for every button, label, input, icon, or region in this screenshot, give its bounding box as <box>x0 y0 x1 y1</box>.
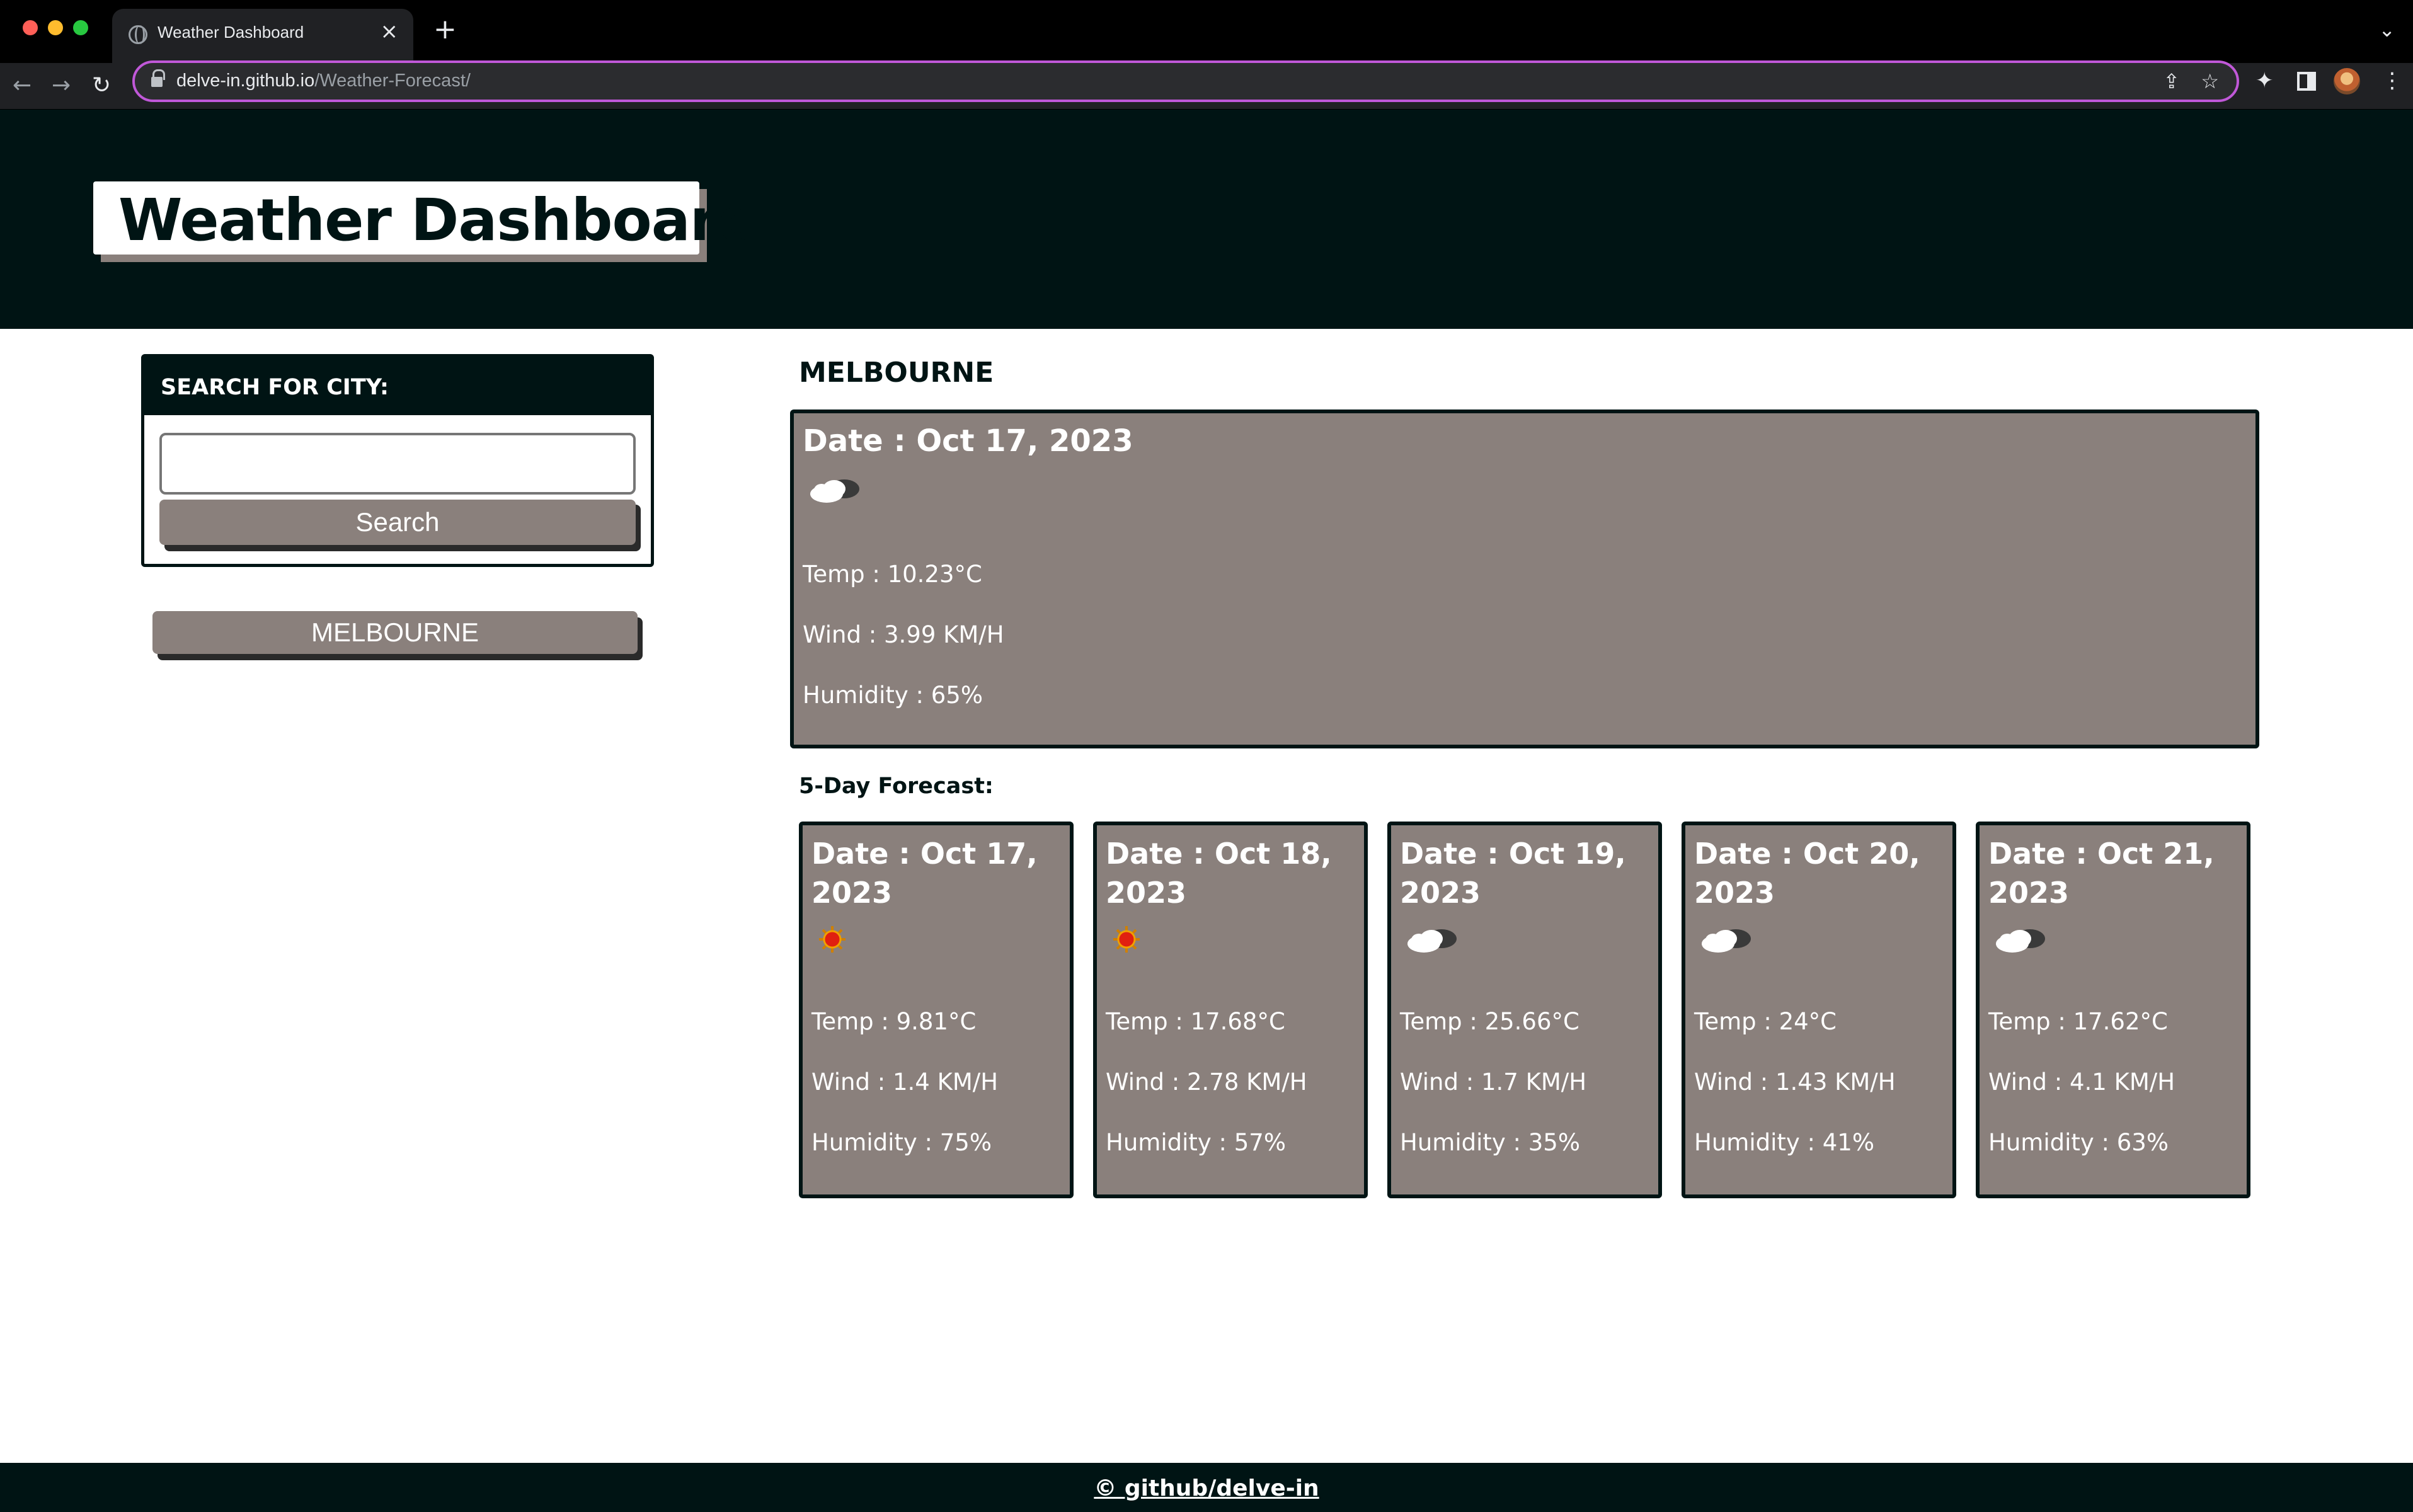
lock-icon[interactable] <box>151 69 165 88</box>
search-button[interactable]: Search <box>159 500 636 545</box>
forecast-temp: Temp : 24°C <box>1694 1008 1837 1035</box>
back-arrow-icon[interactable]: ← <box>13 71 32 101</box>
close-tab-icon[interactable]: × <box>381 19 399 44</box>
forecast-humidity: Humidity : 41% <box>1694 1129 1874 1156</box>
current-city-name: MELBOURNE <box>799 357 994 389</box>
forecast-humidity: Humidity : 57% <box>1106 1129 1286 1156</box>
maximize-window-button[interactable] <box>73 20 88 35</box>
sun-icon <box>1111 924 1142 958</box>
forecast-date: Date : Oct 20, 2023 <box>1694 837 1920 910</box>
forecast-card: Date : Oct 21, 2023 Temp : 17.62°C Wind … <box>1976 822 2250 1198</box>
sun-icon <box>817 924 848 958</box>
history-city-button[interactable]: MELBOURNE <box>152 611 638 654</box>
tab-search-chevron-icon[interactable]: ⌄ <box>2378 18 2395 42</box>
close-window-button[interactable] <box>23 20 38 35</box>
forecast-temp: Temp : 25.66°C <box>1400 1008 1579 1035</box>
search-panel-header: SEARCH FOR CITY: <box>144 357 651 415</box>
cloud-icon <box>1699 924 1756 958</box>
forecast-temp: Temp : 17.68°C <box>1106 1008 1285 1035</box>
current-date: Date : Oct 17, 2023 <box>803 423 1133 459</box>
page-title: Weather Dashboard <box>118 186 759 254</box>
forecast-date: Date : Oct 19, 2023 <box>1400 837 1626 910</box>
title-box: Weather Dashboard <box>93 181 759 255</box>
forecast-temp: Temp : 9.81°C <box>811 1008 977 1035</box>
cloud-icon <box>808 474 864 508</box>
new-tab-icon[interactable]: + <box>433 14 457 45</box>
extensions-puzzle-icon[interactable]: ✦ <box>2255 68 2274 93</box>
forecast-humidity: Humidity : 63% <box>1988 1129 2169 1156</box>
share-icon[interactable]: ⇪ <box>2163 69 2180 93</box>
globe-icon <box>129 25 147 44</box>
forecast-heading: 5-Day Forecast: <box>799 774 994 799</box>
url-text[interactable]: delve-in.github.io/Weather-Forecast/ <box>176 71 471 91</box>
cloud-icon <box>1993 924 2050 958</box>
forecast-date: Date : Oct 21, 2023 <box>1988 837 2215 910</box>
browser-tab[interactable]: Weather Dashboard × <box>112 9 413 63</box>
forecast-humidity: Humidity : 35% <box>1400 1129 1580 1156</box>
current-weather-card: Date : Oct 17, 2023 Temp : 10.23°C Wind … <box>790 410 2259 748</box>
minimize-window-button[interactable] <box>48 20 63 35</box>
current-temp: Temp : 10.23°C <box>803 561 982 588</box>
forecast-card: Date : Oct 20, 2023 Temp : 24°C Wind : 1… <box>1682 822 1956 1198</box>
forecast-wind: Wind : 4.1 KM/H <box>1988 1068 2175 1096</box>
forecast-date: Date : Oct 18, 2023 <box>1106 837 1332 910</box>
city-search-input[interactable] <box>159 433 636 495</box>
forecast-wind: Wind : 1.4 KM/H <box>811 1068 999 1096</box>
bookmark-star-icon[interactable]: ☆ <box>2201 69 2219 93</box>
forecast-date: Date : Oct 17, 2023 <box>811 837 1038 910</box>
footer-github-link[interactable]: © github/delve-in <box>0 1475 2413 1501</box>
current-humidity: Humidity : 65% <box>803 682 983 709</box>
address-bar[interactable]: delve-in.github.io/Weather-Forecast/ ⇪ ☆ <box>132 60 2239 102</box>
search-panel: SEARCH FOR CITY: Search <box>141 354 654 567</box>
cloud-icon <box>1405 924 1462 958</box>
side-panel-icon[interactable] <box>2297 72 2316 91</box>
forward-arrow-icon[interactable]: → <box>52 71 71 101</box>
site-footer: © github/delve-in <box>0 1463 2413 1512</box>
current-wind: Wind : 3.99 KM/H <box>803 621 1004 648</box>
forecast-humidity: Humidity : 75% <box>811 1129 992 1156</box>
search-heading: SEARCH FOR CITY: <box>161 375 389 400</box>
forecast-temp: Temp : 17.62°C <box>1988 1008 2168 1035</box>
forecast-wind: Wind : 1.43 KM/H <box>1694 1068 1896 1096</box>
forecast-wind: Wind : 1.7 KM/H <box>1400 1068 1587 1096</box>
forecast-card: Date : Oct 17, 2023 Temp : 9.81°C Wind :… <box>799 822 1074 1198</box>
forecast-card: Date : Oct 18, 2023 Temp : 17.68°C Wind … <box>1093 822 1368 1198</box>
browser-tab-bar: Weather Dashboard × + ⌄ <box>0 0 2413 63</box>
forecast-card: Date : Oct 19, 2023 Temp : 25.66°C Wind … <box>1387 822 1662 1198</box>
tab-title: Weather Dashboard <box>158 23 304 42</box>
forecast-wind: Wind : 2.78 KM/H <box>1106 1068 1307 1096</box>
reload-icon[interactable]: ↻ <box>92 71 111 101</box>
more-menu-icon[interactable]: ⋮ <box>2381 68 2403 93</box>
profile-avatar[interactable] <box>2334 68 2360 94</box>
